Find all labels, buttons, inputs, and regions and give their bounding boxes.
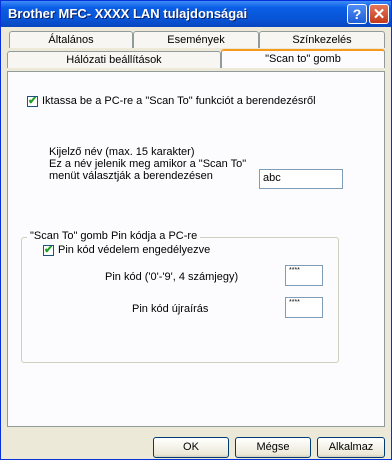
pin-group-title: "Scan To" gomb Pin kódja a PC-re [27,230,201,242]
tab-general[interactable]: Általános [9,31,133,48]
ok-button[interactable]: OK [153,437,229,458]
display-name-hint-2: menüt választják a berendezésen [49,170,213,182]
tab-events[interactable]: Események [133,31,259,48]
apply-button[interactable]: Alkalmaz [317,437,385,458]
close-icon[interactable]: ✕ [369,4,389,24]
pin-code-label: Pin kód ('0'-'9', 4 számjegy) [105,271,239,283]
display-name-input[interactable]: abc [259,169,343,189]
pin-protect-label: Pin kód védelem engedélyezve [58,244,211,256]
tab-color[interactable]: Színkezelés [259,31,385,48]
tab-network-settings[interactable]: Hálózati beállítások [7,51,221,68]
window-title: Brother MFC- XXXX LAN tulajdonságai [8,6,248,21]
display-name-label: Kijelző név (max. 15 karakter) [49,146,195,158]
pin-retype-label: Pin kód újraírás [132,303,209,315]
pin-protect-checkbox[interactable]: ✔ [43,244,54,256]
enable-scan-to-label: Iktassa be a PC-re a "Scan To" funkciót … [42,95,316,107]
checkmark-icon: ✔ [28,95,38,107]
pin-retype-input[interactable]: **** [285,297,323,318]
title-bar[interactable]: Brother MFC- XXXX LAN tulajdonságai ? ✕ [1,1,391,27]
tab-scan-to-button[interactable]: "Scan to" gomb [221,49,385,68]
checkmark-icon: ✔ [44,244,54,256]
properties-dialog: Brother MFC- XXXX LAN tulajdonságai ? ✕ … [0,0,392,460]
display-name-hint-1: Ez a név jelenik meg amikor a "Scan To" [49,158,247,170]
pin-code-input[interactable]: **** [285,265,323,286]
cancel-button[interactable]: Mégse [235,437,311,458]
enable-scan-to-checkbox[interactable]: ✔ [27,95,38,107]
help-icon[interactable]: ? [347,4,367,24]
